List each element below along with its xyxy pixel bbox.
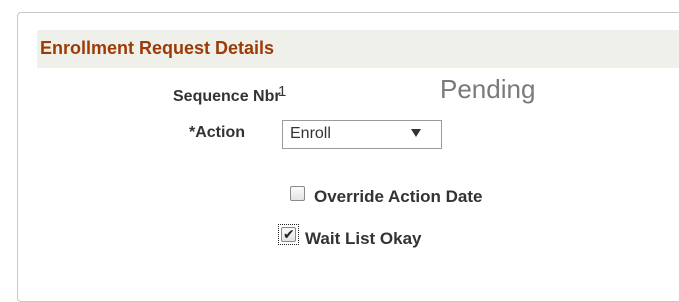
sequence-nbr-label: Sequence Nbr	[173, 88, 281, 105]
check-icon: ✔	[283, 226, 295, 242]
override-action-date-label[interactable]: Override Action Date	[314, 187, 482, 207]
section-title: Enrollment Request Details	[40, 38, 275, 58]
chevron-down-icon	[411, 129, 421, 137]
action-select-value: Enroll	[290, 125, 331, 142]
status-text: Pending	[440, 74, 536, 104]
wait-list-okay-checkbox[interactable]: ✔	[281, 226, 296, 242]
override-action-date-checkbox[interactable]	[290, 186, 305, 201]
action-select[interactable]: Enroll	[282, 120, 442, 149]
sequence-nbr-value: 1	[278, 83, 287, 100]
action-label: *Action	[189, 124, 245, 141]
wait-list-okay-label[interactable]: Wait List Okay	[305, 229, 422, 249]
